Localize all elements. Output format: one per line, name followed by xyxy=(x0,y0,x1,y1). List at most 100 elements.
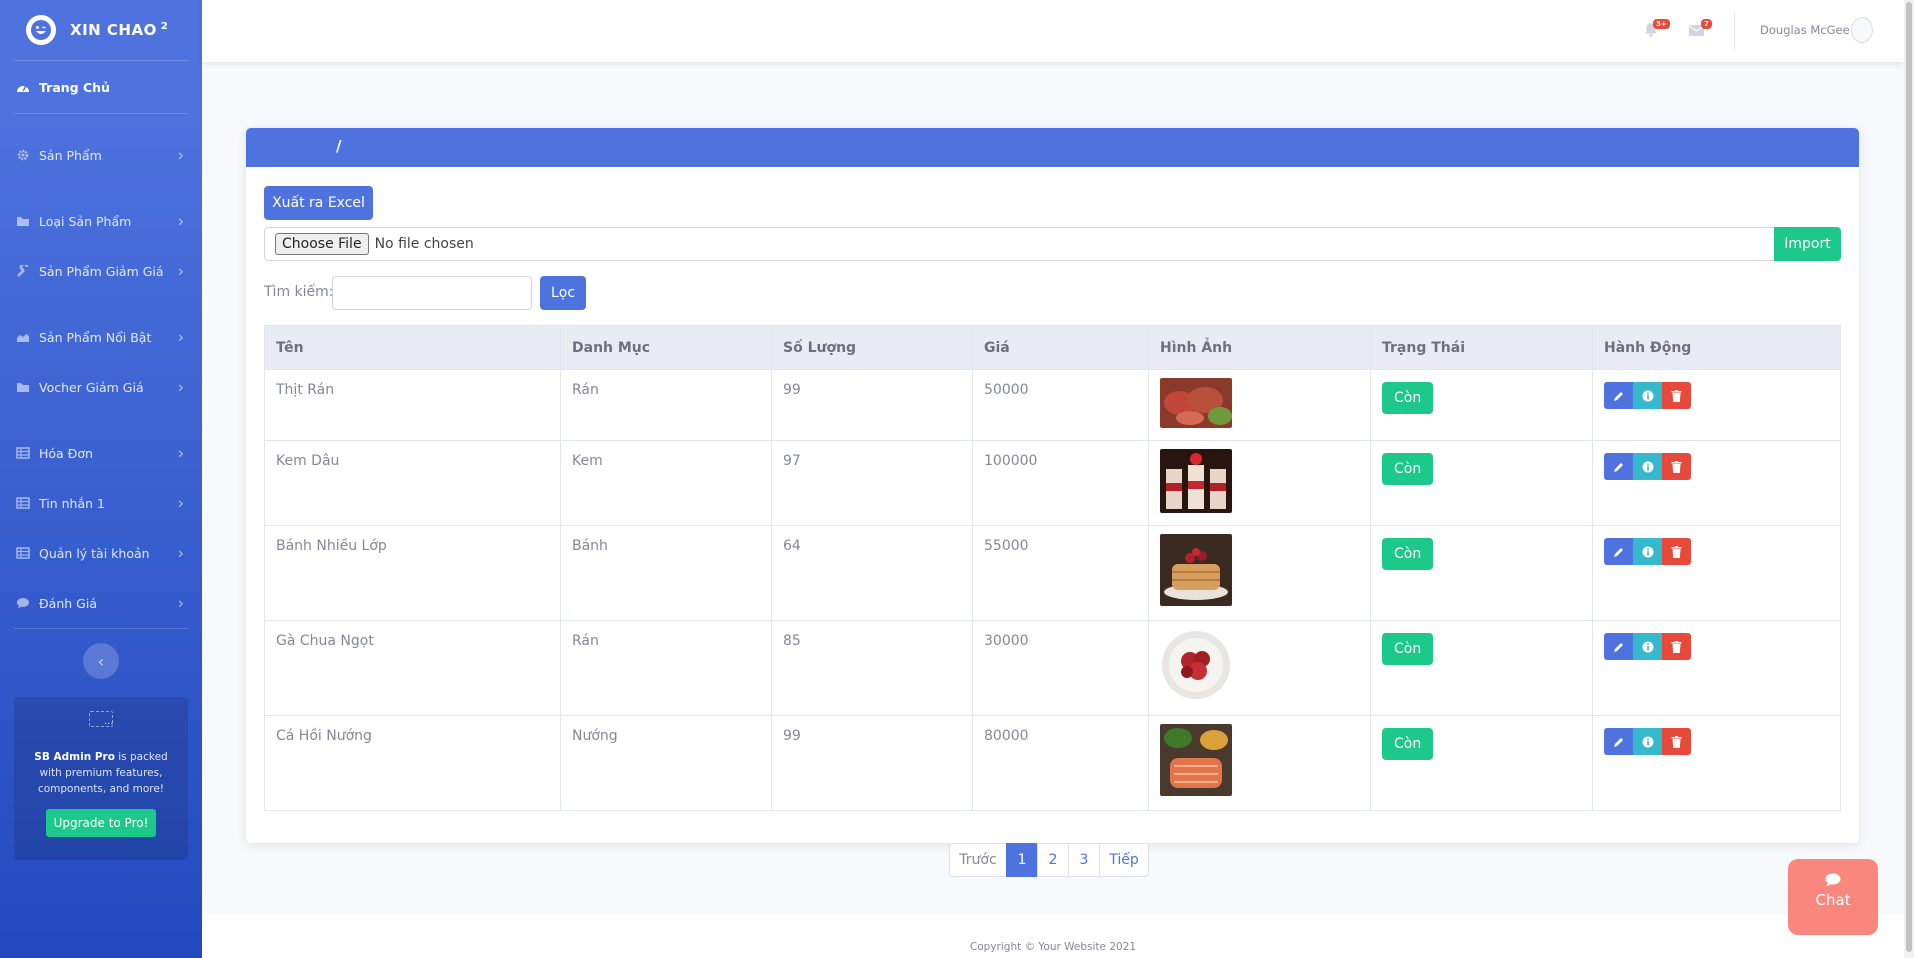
cell-category: Rán xyxy=(560,369,772,441)
cell-price: 30000 xyxy=(972,620,1149,716)
cell-status: Còn xyxy=(1370,620,1593,716)
table-row: Gà Chua Ngọt Rán 85 30000 Còn xyxy=(264,620,1841,716)
column-header[interactable]: Hành Động xyxy=(1592,325,1841,370)
edit-button[interactable] xyxy=(1604,382,1633,409)
delete-button[interactable] xyxy=(1662,633,1691,660)
search-input[interactable] xyxy=(332,276,532,310)
pagination-prev[interactable]: Trước xyxy=(949,843,1007,877)
info-button[interactable] xyxy=(1633,633,1662,660)
avatar[interactable] xyxy=(1851,17,1873,43)
sidebar-item-product-types[interactable]: Loại Sản Phẩm › xyxy=(0,196,202,246)
cell-status: Còn xyxy=(1370,715,1593,811)
pagination-page[interactable]: 3 xyxy=(1068,843,1100,877)
brand-title: XIN CHAO 2 xyxy=(70,21,169,39)
folder-icon xyxy=(17,383,29,392)
cell-image xyxy=(1148,715,1371,811)
sidebar-item-label: Sản Phẩm xyxy=(39,147,102,163)
sidebar-brand[interactable]: XIN CHAO 2 xyxy=(0,0,202,60)
cell-category: Kem xyxy=(560,440,772,526)
column-header[interactable]: Danh Mục xyxy=(560,325,772,370)
upgrade-button[interactable]: Upgrade to Pro! xyxy=(45,809,157,837)
sidebar-item-featured-products[interactable]: Sản Phẩm Nổi Bật › xyxy=(0,312,202,362)
edit-button[interactable] xyxy=(1604,633,1633,660)
cell-actions xyxy=(1592,620,1841,716)
delete-button[interactable] xyxy=(1662,538,1691,565)
scrollbar[interactable] xyxy=(1904,0,1914,958)
sidebar-item-label: Trang Chủ xyxy=(39,79,110,95)
chevron-right-icon: › xyxy=(177,443,184,463)
column-header[interactable]: Tên xyxy=(264,325,561,370)
column-header[interactable]: Trạng Thái xyxy=(1370,325,1593,370)
chat-button[interactable]: Chat xyxy=(1788,859,1878,935)
info-button[interactable] xyxy=(1633,453,1662,480)
chevron-right-icon: › xyxy=(177,145,184,165)
cell-actions xyxy=(1592,525,1841,621)
alerts-dropdown[interactable]: 3+ xyxy=(1644,19,1670,41)
cell-price: 100000 xyxy=(972,440,1149,526)
card-header: / xyxy=(246,128,1859,167)
delete-button[interactable] xyxy=(1662,382,1691,409)
table-row: Cá Hồi Nướng Nướng 99 80000 Còn xyxy=(264,715,1841,811)
delete-button[interactable] xyxy=(1662,728,1691,755)
table-header-row: Tên Danh Mục Số Lượng Giá Hình Ảnh Trạng… xyxy=(264,325,1841,370)
messages-dropdown[interactable]: 7 xyxy=(1688,19,1712,41)
delete-button[interactable] xyxy=(1662,453,1691,480)
status-button[interactable]: Còn xyxy=(1382,453,1434,485)
pencil-icon xyxy=(1613,642,1623,652)
info-button[interactable] xyxy=(1633,728,1662,755)
edit-button[interactable] xyxy=(1604,453,1633,480)
sidebar-toggle-button[interactable]: ‹ xyxy=(83,643,119,679)
sidebar-item-vouchers[interactable]: Vocher Giảm Giá › xyxy=(0,362,202,412)
sidebar-item-dashboard[interactable]: Trang Chủ xyxy=(0,61,202,113)
folder-icon xyxy=(17,217,29,226)
status-button[interactable]: Còn xyxy=(1382,728,1434,760)
file-input[interactable]: Choose File No file chosen xyxy=(264,227,1806,261)
filter-button[interactable]: Lọc xyxy=(540,276,586,310)
pencil-icon xyxy=(1613,547,1623,557)
status-button[interactable]: Còn xyxy=(1382,633,1434,665)
chevron-right-icon: › xyxy=(177,327,184,347)
sidebar-item-products[interactable]: Sản Phẩm › xyxy=(0,130,202,180)
import-button[interactable]: Import xyxy=(1774,227,1841,261)
cell-quantity: 85 xyxy=(771,620,973,716)
info-button[interactable] xyxy=(1633,538,1662,565)
sidebar-item-reviews[interactable]: Đánh Giá › xyxy=(0,578,202,628)
cell-image xyxy=(1148,369,1371,441)
sidebar-item-label: Sản Phẩm Giảm Giá xyxy=(39,263,164,279)
chevron-right-icon: › xyxy=(177,493,184,513)
status-button[interactable]: Còn xyxy=(1382,382,1434,414)
export-excel-button[interactable]: Xuất ra Excel xyxy=(264,186,373,220)
sidebar-item-accounts[interactable]: Quản lý tài khoản › xyxy=(0,528,202,578)
column-header[interactable]: Số Lượng xyxy=(771,325,973,370)
column-header[interactable]: Hình Ảnh xyxy=(1148,325,1371,370)
info-circle-icon xyxy=(1642,546,1653,557)
trash-icon xyxy=(1671,735,1682,748)
scrollbar-thumb[interactable] xyxy=(1906,2,1912,952)
status-button[interactable]: Còn xyxy=(1382,538,1434,570)
pagination-page[interactable]: 2 xyxy=(1037,843,1069,877)
product-image xyxy=(1160,724,1232,796)
sidebar-item-discount-products[interactable]: Sản Phẩm Giảm Giá › xyxy=(0,246,202,296)
info-button[interactable] xyxy=(1633,382,1662,409)
laugh-wink-icon xyxy=(26,15,56,45)
sidebar-item-invoices[interactable]: Hóa Đơn › xyxy=(0,428,202,478)
cell-quantity: 64 xyxy=(771,525,973,621)
cell-quantity: 99 xyxy=(771,369,973,441)
edit-button[interactable] xyxy=(1604,728,1633,755)
sidebar-item-messages[interactable]: Tin nhắn 1 › xyxy=(0,478,202,528)
pagination-next[interactable]: Tiếp xyxy=(1099,843,1149,877)
chat-label: Chat xyxy=(1815,891,1851,909)
pagination: Trước 1 2 3 Tiếp xyxy=(949,843,1149,877)
pagination-page[interactable]: 1 xyxy=(1006,843,1038,877)
comment-icon xyxy=(1825,873,1841,887)
column-header[interactable]: Giá xyxy=(972,325,1149,370)
pencil-icon xyxy=(1613,462,1623,472)
choose-file-button[interactable]: Choose File xyxy=(275,233,369,255)
table-row: Kem Dâu Kem 97 100000 Còn xyxy=(264,440,1841,526)
edit-button[interactable] xyxy=(1604,538,1633,565)
cell-category: Bánh xyxy=(560,525,772,621)
user-name[interactable]: Douglas McGee xyxy=(1760,23,1850,37)
tachometer-icon xyxy=(17,85,29,92)
promo-text: SB Admin Pro is packed with premium feat… xyxy=(34,751,168,795)
cog-icon xyxy=(17,149,29,161)
